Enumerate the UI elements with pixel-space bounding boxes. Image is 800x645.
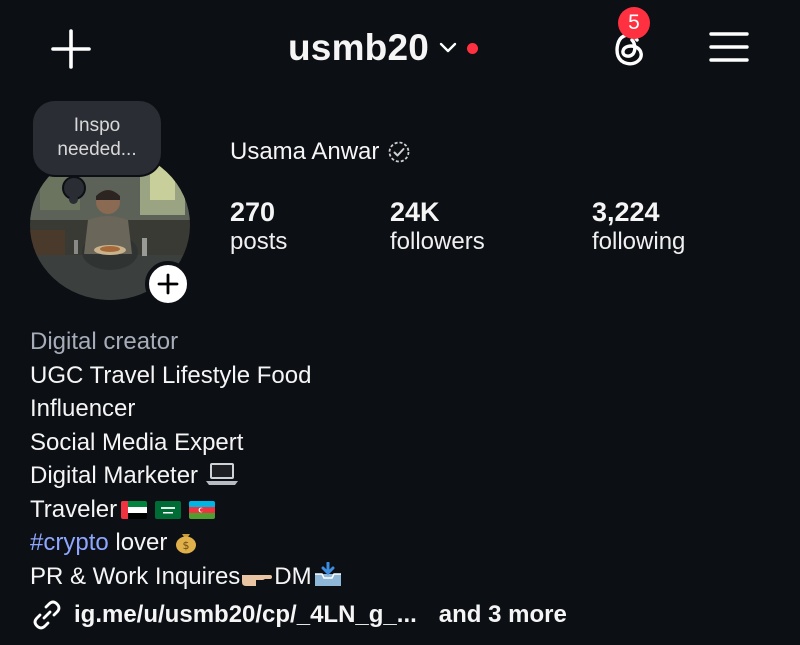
bio-line-text: PR & Work Inquires	[30, 562, 241, 590]
bio-line-text: lover	[115, 529, 168, 556]
bio-line: Digital Marketer	[30, 459, 344, 493]
bio-line: #crypto lover $	[30, 526, 344, 560]
svg-text:$: $	[183, 539, 190, 552]
link-more: and 3 more	[438, 601, 567, 628]
following-count: 3,224	[592, 197, 660, 227]
full-name: Usama Anwar	[230, 138, 380, 165]
crypto-hashtag-link[interactable]: #crypto	[30, 529, 109, 556]
bio-line: UGC Travel Lifestyle Food	[30, 361, 312, 389]
saudi-flag	[155, 500, 182, 519]
posts-label: posts	[230, 228, 288, 255]
note-bubble[interactable]: Inspo needed...	[33, 101, 161, 175]
bio-line: Social Media Expert	[30, 428, 244, 456]
note-text: Inspo needed...	[57, 115, 137, 160]
chevron-down-icon	[439, 42, 457, 53]
laptop-emoji	[205, 463, 238, 485]
note-bubble-tail-small	[69, 195, 78, 204]
profile-link[interactable]: ig.me/u/usmb20/cp/_4LN_g_... and 3 more	[30, 598, 567, 632]
money-bag-emoji: $	[176, 534, 197, 554]
add-story-plus-icon	[157, 273, 179, 295]
verified-badge-icon	[388, 141, 410, 163]
following-label: following	[592, 228, 686, 255]
azerbaijan-flag	[189, 500, 216, 519]
add-story-button[interactable]	[145, 261, 191, 307]
hamburger-menu-icon[interactable]	[709, 30, 749, 64]
posts-count: 270	[230, 197, 276, 227]
stat-following[interactable]: 3,224 following	[592, 197, 685, 256]
inbox-tray-emoji	[314, 561, 341, 586]
followers-count: 24K	[390, 197, 440, 227]
bio-line: Traveler	[30, 493, 344, 527]
link-url: ig.me/u/usmb20/cp/_4LN_g_...	[74, 601, 417, 628]
account-switcher[interactable]: usmb20	[288, 24, 479, 72]
username: usmb20	[288, 27, 430, 68]
unread-dot	[467, 42, 479, 54]
bio-line-text: Traveler	[30, 495, 118, 523]
create-plus-icon[interactable]	[50, 28, 92, 70]
followers-label: followers	[390, 228, 485, 255]
bio-line-text: Digital Marketer	[30, 462, 199, 489]
bio: Digital creator UGC Travel Lifestyle Foo…	[30, 325, 344, 593]
full-name-row: Usama Anwar	[230, 138, 411, 166]
bio-category: Digital creator	[30, 328, 179, 355]
link-icon	[33, 600, 61, 630]
bio-line-text: DM	[274, 562, 312, 590]
uae-flag	[121, 500, 148, 519]
pointing-hand-emoji	[242, 574, 273, 586]
stat-followers[interactable]: 24K followers	[390, 197, 485, 256]
notification-badge: 5	[618, 7, 650, 39]
bio-line: Influencer	[30, 395, 136, 422]
stat-posts[interactable]: 270 posts	[230, 197, 287, 256]
bio-line: PR & Work Inquires DM	[30, 560, 344, 594]
